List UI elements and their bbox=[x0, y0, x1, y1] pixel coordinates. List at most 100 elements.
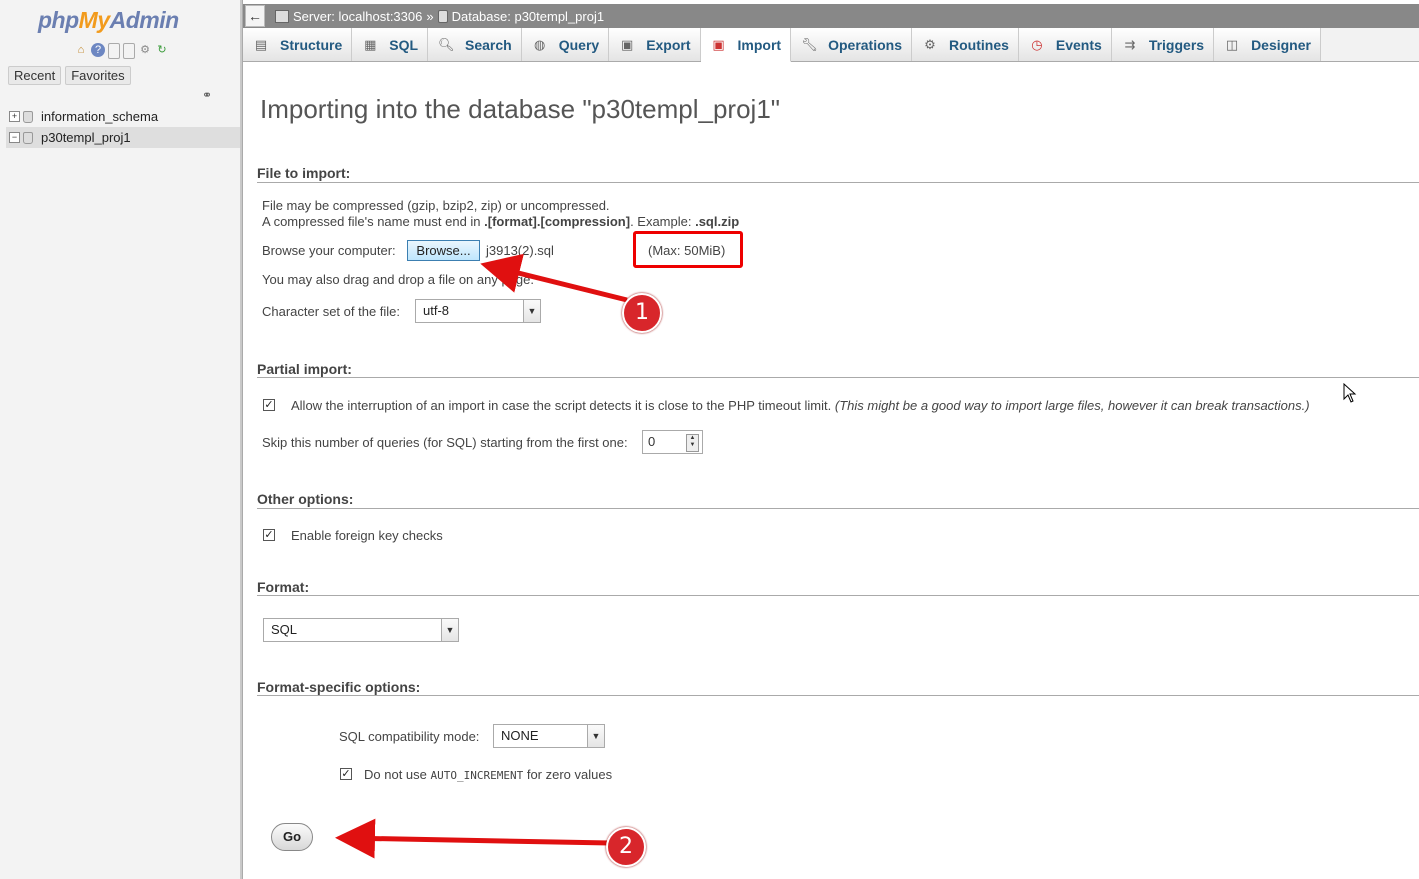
link-chain-icon[interactable]: ⚭ bbox=[202, 88, 212, 102]
text: Do not use bbox=[364, 767, 431, 782]
breadcrumb-server[interactable]: Server: localhost:3306 bbox=[293, 9, 422, 24]
tree-item-label[interactable]: p30templ_proj1 bbox=[41, 130, 131, 145]
tab-routines[interactable]: ⚙ Routines bbox=[912, 28, 1019, 61]
divider bbox=[257, 182, 1419, 183]
drag-drop-note: You may also drag and drop a file on any… bbox=[262, 272, 534, 287]
text: for zero values bbox=[523, 767, 613, 782]
main-menu-tabs: ▤ Structure ▦ SQL 🔍︎ Search ◍ Query ▣ Export … bbox=[243, 28, 1419, 62]
tab-operations[interactable]: 🔧︎ Operations bbox=[791, 28, 912, 61]
foreign-key-checkbox[interactable]: ✓ bbox=[263, 529, 275, 541]
go-button[interactable]: Go bbox=[271, 823, 313, 851]
breadcrumb-separator: » bbox=[426, 8, 434, 24]
tab-label: Triggers bbox=[1148, 36, 1205, 53]
skip-queries-label: Skip this number of queries (for SQL) st… bbox=[262, 435, 628, 450]
text-bold: .sql.zip bbox=[695, 214, 740, 229]
compat-value: NONE bbox=[501, 728, 539, 743]
sql-icon: ▦ bbox=[364, 36, 377, 52]
clock-icon: ◷ bbox=[1031, 36, 1043, 52]
browse-button[interactable]: Browse... bbox=[407, 240, 480, 261]
navigation-panel: phpMyAdmin ⌂ ? ⚙ ↻ Recent Favorites ⚭ + … bbox=[0, 0, 240, 879]
tab-sql[interactable]: ▦ SQL bbox=[352, 28, 429, 61]
triggers-icon: ⇉ bbox=[1124, 36, 1136, 52]
database-tree: + information_schema − p30templ_proj1 bbox=[6, 106, 240, 148]
home-icon[interactable]: ⌂ bbox=[74, 43, 88, 57]
foreign-key-label[interactable]: Enable foreign key checks bbox=[291, 528, 443, 543]
database-icon bbox=[23, 131, 33, 144]
tab-query[interactable]: ◍ Query bbox=[521, 28, 610, 61]
divider bbox=[257, 695, 1419, 696]
max-size-label: (Max: 50MiB) bbox=[648, 243, 726, 258]
tab-search[interactable]: 🔍︎ Search bbox=[428, 28, 522, 61]
compression-example: A compressed file's name must end in .[f… bbox=[262, 214, 739, 229]
designer-icon: ◫ bbox=[1225, 36, 1239, 52]
compat-mode-select[interactable]: NONE ▼ bbox=[493, 724, 605, 748]
annotation-badge-1: 1 bbox=[622, 293, 662, 333]
text-bold: .[format].[compression] bbox=[484, 214, 631, 229]
tab-label: Events bbox=[1055, 36, 1102, 53]
charset-value: utf-8 bbox=[423, 303, 450, 318]
compression-note: File may be compressed (gzip, bzip2, zip… bbox=[262, 198, 610, 213]
section-title-other-options: Other options: bbox=[257, 491, 354, 507]
tab-export[interactable]: ▣ Export bbox=[609, 28, 701, 61]
tab-label: Import bbox=[737, 36, 782, 53]
annotation-badge-2: 2 bbox=[606, 827, 646, 867]
tab-label: Designer bbox=[1251, 36, 1311, 53]
docs2-icon[interactable] bbox=[123, 43, 135, 59]
tree-item-label[interactable]: information_schema bbox=[41, 109, 158, 124]
auto-increment-checkbox[interactable]: ✓ bbox=[340, 768, 352, 780]
logout-icon[interactable]: ? bbox=[91, 43, 105, 57]
text: A compressed file's name must end in bbox=[262, 214, 485, 229]
recent-tab[interactable]: Recent bbox=[8, 66, 62, 85]
tab-designer[interactable]: ◫ Designer bbox=[1214, 28, 1321, 61]
collapse-nav-button[interactable]: ← bbox=[245, 5, 265, 27]
tab-events[interactable]: ◷ Events bbox=[1018, 28, 1112, 61]
tab-label: SQL bbox=[389, 36, 419, 53]
auto-increment-label[interactable]: Do not use AUTO_INCREMENT for zero value… bbox=[364, 767, 612, 782]
tab-label: Routines bbox=[949, 36, 1009, 53]
annotation-arrow-2 bbox=[335, 818, 611, 859]
tab-triggers[interactable]: ⇉ Triggers bbox=[1111, 28, 1215, 61]
database-icon bbox=[23, 110, 33, 123]
logo-text-my: My bbox=[78, 7, 110, 33]
panel-resizer[interactable] bbox=[240, 0, 243, 879]
breadcrumb-database[interactable]: Database: p30templ_proj1 bbox=[452, 9, 605, 24]
tree-item-information-schema[interactable]: + information_schema bbox=[6, 106, 240, 127]
wrench-icon: 🔧︎ bbox=[801, 36, 818, 52]
charset-select[interactable]: utf-8 ▼ bbox=[415, 299, 541, 323]
docs-icon[interactable] bbox=[108, 43, 120, 59]
chevron-down-icon: ▼ bbox=[441, 619, 458, 641]
export-icon: ▣ bbox=[621, 36, 634, 52]
chevron-down-icon: ▼ bbox=[523, 300, 540, 322]
tab-label: Structure bbox=[280, 36, 343, 53]
structure-icon: ▤ bbox=[254, 36, 268, 52]
format-value: SQL bbox=[271, 622, 298, 637]
database-icon bbox=[437, 9, 448, 23]
divider bbox=[257, 377, 1419, 378]
logo-text-php: php bbox=[38, 7, 79, 33]
tree-item-p30templ-proj1[interactable]: − p30templ_proj1 bbox=[6, 127, 240, 148]
skip-queries-input[interactable]: 0 ▲ ▼ bbox=[642, 430, 703, 454]
query-icon: ◍ bbox=[534, 36, 546, 52]
collapse-minus-icon[interactable]: − bbox=[9, 132, 20, 143]
tab-structure[interactable]: ▤ Structure bbox=[243, 28, 353, 61]
tab-label: Operations bbox=[828, 36, 902, 53]
logo-text-admin: Admin bbox=[109, 7, 180, 33]
page-title: Importing into the database "p30templ_pr… bbox=[260, 94, 781, 124]
expand-plus-icon[interactable]: + bbox=[9, 111, 20, 122]
phpmyadmin-logo[interactable]: phpMyAdmin bbox=[38, 7, 179, 34]
server-icon bbox=[275, 9, 289, 23]
allow-interrupt-checkbox[interactable]: ✓ bbox=[263, 399, 275, 411]
tab-import[interactable]: ▣ Import bbox=[700, 28, 792, 62]
tab-label: Export bbox=[646, 36, 691, 53]
reload-icon[interactable]: ↻ bbox=[155, 43, 169, 57]
favorites-tab[interactable]: Favorites bbox=[65, 66, 131, 85]
tab-label: Search bbox=[465, 36, 512, 53]
chevron-down-icon: ▼ bbox=[587, 725, 604, 747]
allow-interrupt-label[interactable]: Allow the interruption of an import in c… bbox=[291, 398, 1310, 413]
spinner-arrows-icon[interactable]: ▲ ▼ bbox=[686, 434, 699, 452]
section-title-file-to-import: File to import: bbox=[257, 165, 351, 181]
import-icon: ▣ bbox=[712, 36, 725, 52]
settings-gear-icon[interactable]: ⚙ bbox=[138, 43, 152, 57]
format-select[interactable]: SQL ▼ bbox=[263, 618, 459, 642]
compat-mode-label: SQL compatibility mode: bbox=[339, 729, 480, 744]
